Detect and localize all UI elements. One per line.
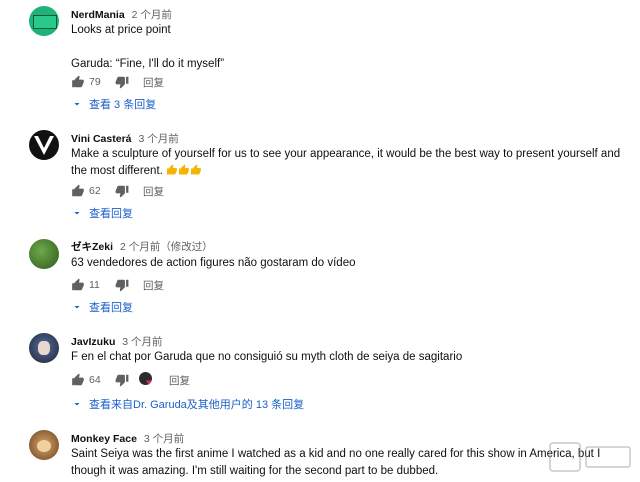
comment-time[interactable]: 3 个月前 — [144, 433, 184, 445]
like-count: 11 — [89, 279, 100, 291]
reply-button[interactable]: 回复 — [143, 184, 164, 199]
comment-text: Make a sculpture of yourself for us to s… — [71, 146, 626, 180]
comment-text: 63 vendedores de action figures não gost… — [71, 257, 356, 269]
comment-time[interactable]: 2 个月前 — [132, 9, 172, 21]
view-replies-label: 查看回复 — [89, 208, 133, 220]
avatar[interactable] — [29, 6, 59, 36]
comment-text: F en el chat por Garuda que no consiguió… — [71, 351, 463, 363]
comment-text: Saint Seiya was the first anime I watche… — [71, 448, 604, 477]
view-replies-button[interactable]: 查看回复 — [71, 299, 133, 315]
comment-time[interactable]: 3 个月前 — [122, 336, 162, 348]
chevron-down-icon — [74, 103, 80, 106]
dislike-button[interactable] — [115, 184, 129, 198]
avatar[interactable] — [29, 333, 59, 363]
dislike-button[interactable] — [115, 278, 129, 292]
thumb-up-icon — [72, 373, 84, 386]
view-replies-button[interactable]: 查看来自Dr. Garuda及其他用户的 13 条回复 — [71, 396, 304, 412]
comment-text: Looks at price point Garuda: “Fine, I'll… — [71, 24, 225, 70]
dislike-button[interactable] — [115, 373, 129, 387]
comment-author[interactable]: JavIzuku — [71, 336, 115, 348]
thumb-down-icon — [115, 185, 129, 198]
thumbs-up-emoji-icon — [167, 164, 178, 175]
comment-author[interactable]: Vini Casterá — [71, 133, 132, 145]
reply-button[interactable]: 回复 — [143, 278, 164, 293]
reply-button[interactable]: 回复 — [169, 373, 190, 388]
comment-text-main: Make a sculpture of yourself for us to s… — [71, 148, 624, 177]
comment-time[interactable]: 2 个月前（修改过） — [120, 241, 213, 253]
watermark-logo-icon — [549, 442, 631, 472]
dislike-button[interactable] — [115, 75, 129, 89]
thumbs-up-emoji-icon — [179, 164, 190, 175]
comment-author[interactable]: ゼキZeki — [71, 241, 113, 253]
thumb-down-icon — [115, 374, 129, 387]
like-button[interactable]: 62 — [71, 184, 103, 198]
reply-button[interactable]: 回复 — [143, 75, 164, 90]
like-count: 79 — [89, 76, 101, 88]
thumb-up-icon — [72, 184, 84, 197]
watermark — [548, 437, 634, 477]
like-count: 64 — [89, 374, 101, 386]
creator-heart-icon: ♥ — [139, 372, 155, 388]
thumbs-up-emoji-icon — [191, 164, 202, 175]
thumb-down-icon — [115, 76, 129, 89]
view-replies-label: 查看来自Dr. Garuda及其他用户的 13 条回复 — [89, 399, 305, 411]
view-replies-button[interactable]: 查看回复 — [71, 205, 133, 221]
view-replies-label: 查看 3 条回复 — [89, 99, 157, 111]
thumb-up-icon — [72, 278, 84, 291]
like-button[interactable]: 11 — [71, 278, 103, 292]
like-count: 62 — [89, 185, 101, 197]
chevron-down-icon — [74, 403, 80, 406]
thumb-up-icon — [72, 75, 84, 88]
like-button[interactable]: 79 — [71, 75, 103, 89]
like-button[interactable]: 64 — [71, 373, 103, 387]
chevron-down-icon — [74, 306, 80, 309]
comment-author[interactable]: NerdMania — [71, 9, 125, 21]
comment-time[interactable]: 3 个月前 — [138, 133, 178, 145]
view-replies-label: 查看回复 — [89, 302, 133, 314]
avatar[interactable] — [29, 239, 59, 269]
v-logo-icon — [34, 136, 54, 155]
view-replies-button[interactable]: 查看 3 条回复 — [71, 96, 156, 112]
avatar[interactable] — [29, 430, 59, 460]
avatar[interactable] — [29, 130, 59, 160]
chevron-down-icon — [74, 212, 80, 215]
heart-icon: ♥ — [146, 377, 152, 387]
thumb-down-icon — [115, 279, 129, 292]
comment-author[interactable]: Monkey Face — [71, 433, 137, 445]
